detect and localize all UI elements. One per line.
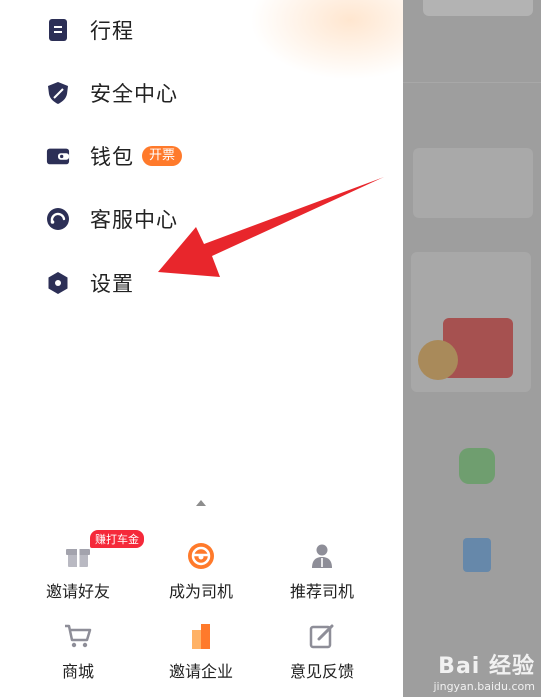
- invoice-badge[interactable]: 开票: [142, 146, 183, 166]
- grid-label: 邀请企业: [168, 662, 233, 681]
- menu-label: 客服中心: [90, 208, 178, 232]
- cart-icon: [62, 620, 94, 652]
- grid-item-become-driver[interactable]: 成为司机: [141, 540, 261, 602]
- baidu-jingyan-watermark: Bai 经验 jingyan.baidu.com: [433, 648, 535, 693]
- menu-label: 设置: [90, 272, 134, 296]
- backdrop-banner-image: [418, 340, 458, 380]
- backdrop-divider: [403, 82, 541, 83]
- customer-service-icon: [46, 207, 70, 231]
- menu-item-itinerary[interactable]: 行程: [46, 10, 134, 50]
- watermark-main: Bai 经验: [438, 654, 535, 679]
- header-glow: [250, 0, 403, 80]
- grid-label: 成为司机: [168, 582, 233, 601]
- wallet-icon: [46, 144, 70, 168]
- grid-item-feedback[interactable]: 意见反馈: [262, 620, 382, 682]
- menu-label: 安全中心: [90, 82, 178, 106]
- grid-item-invite-friends[interactable]: 邀请好友: [18, 540, 138, 602]
- driver-icon: [306, 540, 338, 572]
- backdrop-card: [413, 148, 533, 218]
- backdrop-app-icon: [459, 448, 495, 484]
- side-drawer: 行程 安全中心 钱包 开票 客服中心 设置 邀请好友 赚打车金 成为司机 推荐司…: [0, 0, 403, 697]
- menu-item-security[interactable]: 安全中心: [46, 73, 178, 113]
- grid-label: 商城: [61, 662, 94, 681]
- menu-label: 钱包: [90, 145, 134, 169]
- watermark-sub: jingyan.baidu.com: [433, 680, 535, 693]
- grid-label: 推荐司机: [289, 582, 354, 601]
- grid-label: 意见反馈: [289, 662, 354, 681]
- feedback-icon: [306, 620, 338, 652]
- backdrop-card: [423, 0, 533, 16]
- steering-wheel-icon: [185, 540, 217, 572]
- backdrop-app-icon: [463, 538, 491, 572]
- grid-item-recommend-driver[interactable]: 推荐司机: [262, 540, 382, 602]
- grid-item-invite-enterprise[interactable]: 邀请企业: [141, 620, 261, 682]
- grid-label: 邀请好友: [45, 582, 110, 601]
- building-icon: [185, 620, 217, 652]
- itinerary-icon: [46, 18, 70, 42]
- menu-item-settings[interactable]: 设置: [46, 263, 134, 303]
- grid-item-mall[interactable]: 商城: [18, 620, 138, 682]
- dimmed-backdrop[interactable]: [403, 0, 541, 697]
- menu-item-customer-service[interactable]: 客服中心: [46, 199, 178, 239]
- menu-item-wallet[interactable]: 钱包 开票: [46, 136, 183, 176]
- earn-taxi-money-tag: 赚打车金: [90, 530, 144, 548]
- collapse-arrow-icon[interactable]: [196, 500, 206, 506]
- settings-icon: [46, 271, 70, 295]
- shield-icon: [46, 81, 70, 105]
- menu-label: 行程: [90, 19, 134, 43]
